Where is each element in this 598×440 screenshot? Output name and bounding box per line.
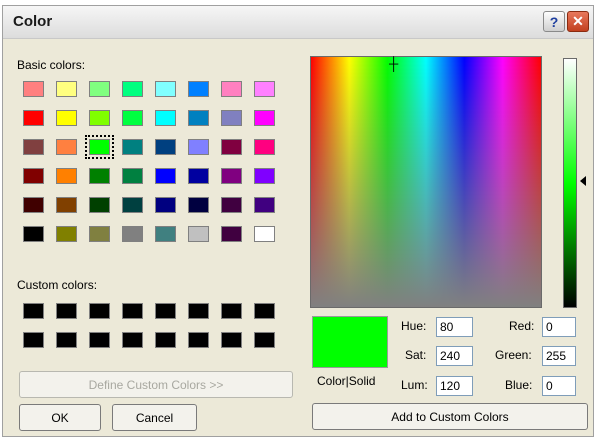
window-title: Color bbox=[13, 13, 53, 30]
basic-color-swatch[interactable] bbox=[188, 226, 209, 242]
basic-color-swatch[interactable] bbox=[85, 135, 114, 159]
cancel-button[interactable]: Cancel bbox=[112, 404, 197, 431]
basic-color-swatch[interactable] bbox=[155, 139, 176, 155]
basic-color-swatch[interactable] bbox=[122, 110, 143, 126]
basic-color-swatch[interactable] bbox=[122, 226, 143, 242]
custom-color-swatch[interactable] bbox=[56, 303, 77, 319]
lum-label: Lum: bbox=[401, 378, 428, 392]
basic-color-swatch[interactable] bbox=[122, 139, 143, 155]
red-input[interactable]: 0 bbox=[542, 317, 576, 337]
sat-label: Sat: bbox=[405, 348, 427, 362]
blue-label: Blue: bbox=[505, 378, 533, 392]
luminosity-slider[interactable] bbox=[563, 58, 577, 308]
basic-color-swatch[interactable] bbox=[221, 139, 242, 155]
add-to-custom-colors-button[interactable]: Add to Custom Colors bbox=[312, 403, 588, 430]
custom-color-swatch[interactable] bbox=[155, 332, 176, 348]
basic-color-swatch[interactable] bbox=[254, 81, 275, 97]
red-label: Red: bbox=[509, 319, 535, 333]
basic-color-swatch[interactable] bbox=[23, 168, 44, 184]
basic-color-swatch[interactable] bbox=[188, 168, 209, 184]
color-solid-label: Color|Solid bbox=[317, 374, 376, 388]
color-dialog: Color ? ✕ Basic colors: Custom colors: D… bbox=[2, 5, 594, 437]
hue-label: Hue: bbox=[401, 319, 427, 333]
custom-colors-label: Custom colors: bbox=[17, 278, 98, 292]
basic-color-swatch[interactable] bbox=[254, 110, 275, 126]
color-preview bbox=[312, 316, 388, 368]
basic-color-swatch[interactable] bbox=[23, 81, 44, 97]
close-button[interactable]: ✕ bbox=[567, 11, 589, 32]
custom-color-swatch[interactable] bbox=[188, 303, 209, 319]
basic-color-swatch[interactable] bbox=[23, 226, 44, 242]
define-custom-colors-button[interactable]: Define Custom Colors >> bbox=[19, 371, 293, 398]
basic-color-swatch[interactable] bbox=[188, 197, 209, 213]
basic-colors-label: Basic colors: bbox=[17, 58, 86, 72]
basic-color-swatch[interactable] bbox=[89, 168, 110, 184]
help-button[interactable]: ? bbox=[543, 11, 565, 32]
crosshair-icon: ┼ bbox=[389, 56, 399, 71]
lum-input[interactable]: 120 bbox=[436, 376, 473, 396]
basic-color-swatch[interactable] bbox=[155, 197, 176, 213]
basic-color-swatch[interactable] bbox=[122, 168, 143, 184]
basic-color-swatch[interactable] bbox=[56, 110, 77, 126]
basic-color-swatch[interactable] bbox=[56, 139, 77, 155]
custom-color-swatch[interactable] bbox=[122, 332, 143, 348]
custom-color-swatch[interactable] bbox=[155, 303, 176, 319]
basic-color-swatch[interactable] bbox=[254, 139, 275, 155]
custom-color-swatch[interactable] bbox=[23, 332, 44, 348]
custom-color-swatch[interactable] bbox=[122, 303, 143, 319]
custom-color-swatch[interactable] bbox=[254, 303, 275, 319]
basic-color-swatch[interactable] bbox=[254, 168, 275, 184]
green-label: Green: bbox=[495, 348, 532, 362]
basic-color-swatch[interactable] bbox=[155, 168, 176, 184]
basic-color-swatch[interactable] bbox=[188, 139, 209, 155]
basic-color-swatch[interactable] bbox=[254, 226, 275, 242]
basic-color-swatch[interactable] bbox=[89, 110, 110, 126]
basic-color-swatch[interactable] bbox=[89, 226, 110, 242]
green-input[interactable]: 255 bbox=[542, 346, 576, 366]
ok-button[interactable]: OK bbox=[19, 404, 101, 431]
basic-color-swatch[interactable] bbox=[89, 197, 110, 213]
basic-color-swatch[interactable] bbox=[221, 110, 242, 126]
basic-color-swatch[interactable] bbox=[188, 81, 209, 97]
blue-input[interactable]: 0 bbox=[542, 376, 576, 396]
basic-color-swatch[interactable] bbox=[56, 168, 77, 184]
custom-color-swatch[interactable] bbox=[23, 303, 44, 319]
basic-color-swatch[interactable] bbox=[221, 197, 242, 213]
basic-color-swatch[interactable] bbox=[221, 81, 242, 97]
basic-color-swatch[interactable] bbox=[155, 110, 176, 126]
color-spectrum[interactable]: ┼ bbox=[310, 56, 542, 308]
basic-color-swatch[interactable] bbox=[122, 81, 143, 97]
basic-color-swatch[interactable] bbox=[56, 81, 77, 97]
basic-color-swatch[interactable] bbox=[23, 110, 44, 126]
close-icon: ✕ bbox=[572, 13, 584, 29]
basic-color-swatch[interactable] bbox=[89, 81, 110, 97]
sat-input[interactable]: 240 bbox=[436, 346, 473, 366]
hue-input[interactable]: 80 bbox=[436, 317, 473, 337]
help-icon: ? bbox=[549, 13, 559, 30]
custom-color-swatch[interactable] bbox=[56, 332, 77, 348]
custom-color-swatch[interactable] bbox=[188, 332, 209, 348]
basic-color-swatch[interactable] bbox=[23, 139, 44, 155]
basic-color-swatch[interactable] bbox=[23, 197, 44, 213]
luminosity-arrow-icon[interactable] bbox=[580, 176, 586, 186]
basic-color-swatch[interactable] bbox=[188, 110, 209, 126]
basic-color-swatch[interactable] bbox=[221, 168, 242, 184]
basic-color-swatch[interactable] bbox=[221, 226, 242, 242]
basic-color-swatch[interactable] bbox=[56, 226, 77, 242]
custom-color-swatch[interactable] bbox=[89, 303, 110, 319]
custom-color-swatch[interactable] bbox=[221, 303, 242, 319]
custom-color-swatch[interactable] bbox=[221, 332, 242, 348]
basic-color-swatch[interactable] bbox=[155, 226, 176, 242]
basic-color-swatch[interactable] bbox=[122, 197, 143, 213]
basic-color-swatch[interactable] bbox=[254, 197, 275, 213]
basic-color-swatch[interactable] bbox=[155, 81, 176, 97]
basic-color-swatch[interactable] bbox=[56, 197, 77, 213]
custom-color-swatch[interactable] bbox=[89, 332, 110, 348]
title-bar: Color ? ✕ bbox=[3, 6, 593, 39]
custom-color-swatch[interactable] bbox=[254, 332, 275, 348]
